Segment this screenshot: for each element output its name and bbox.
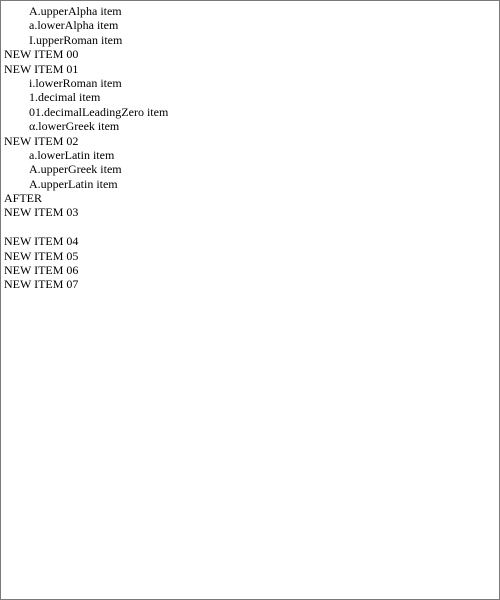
- new-item-04: NEW ITEM 04: [4, 234, 79, 249]
- list-item-upper-greek: A.upperGreek item: [29, 162, 122, 177]
- new-item-02: NEW ITEM 02: [4, 133, 79, 148]
- list-item-decimal-leading-zero: 01.decimalLeadingZero item: [29, 104, 169, 119]
- after-text: AFTER: [4, 191, 43, 206]
- list-item-lower-roman: i.lowerRoman item: [29, 75, 122, 90]
- new-item-05: NEW ITEM 05: [4, 248, 79, 263]
- new-item-01: NEW ITEM 01: [4, 61, 79, 76]
- list-item-upper-alpha: A.upperAlpha item: [29, 4, 122, 18]
- new-item-00: NEW ITEM 00: [4, 47, 79, 62]
- list-item-upper-roman: I.upperRoman item: [29, 32, 123, 47]
- page-frame: A.upperAlpha item a.lowerAlpha item I.up…: [0, 0, 500, 600]
- new-item-03: NEW ITEM 03: [4, 205, 79, 220]
- list-container: A.upperAlpha item a.lowerAlpha item I.up…: [4, 4, 168, 292]
- new-item-07: NEW ITEM 07: [4, 277, 79, 292]
- list-item-lower-greek: α.lowerGreek item: [29, 119, 120, 134]
- list-item-upper-latin: A.upperLatin item: [29, 176, 118, 191]
- new-item-06: NEW ITEM 06: [4, 263, 79, 278]
- list-item-lower-latin: a.lowerLatin item: [29, 147, 115, 162]
- list-item-lower-alpha: a.lowerAlpha item: [29, 18, 119, 33]
- list-item-decimal: 1.decimal item: [29, 90, 101, 105]
